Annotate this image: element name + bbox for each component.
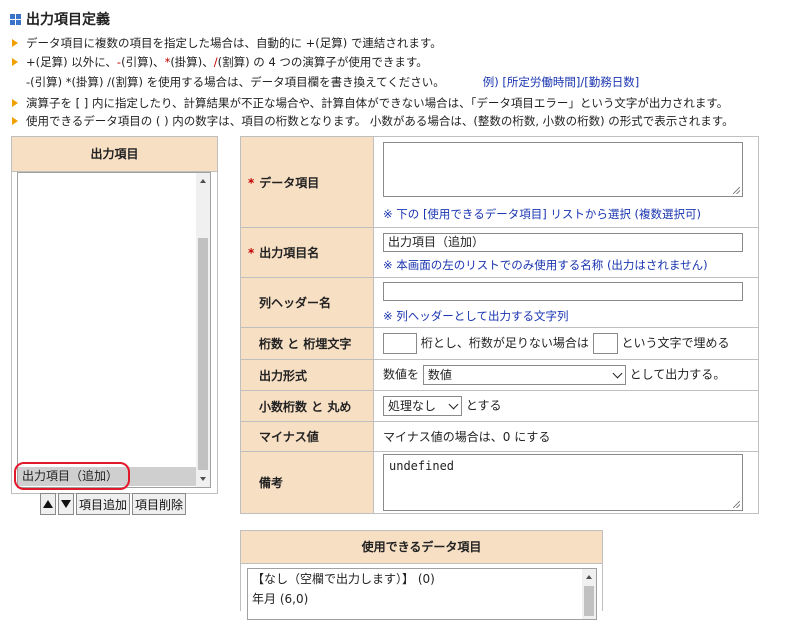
- move-up-button[interactable]: [40, 493, 56, 515]
- remarks-textarea[interactable]: undefined: [383, 454, 743, 511]
- page-title: 出力項目定義: [10, 9, 110, 29]
- resize-grip-icon[interactable]: [733, 187, 740, 194]
- delete-item-button[interactable]: 項目削除: [132, 493, 187, 515]
- row-column-header: 列ヘッダー名 ※ 列ヘッダーとして出力する文字列: [240, 277, 759, 328]
- resize-grip-icon[interactable]: [733, 501, 740, 508]
- add-item-button[interactable]: 項目追加: [76, 493, 131, 515]
- note-2: +(足算) 以外に、-(引算)、*(掛算)、/(割算) の 4 つの演算子が使用…: [12, 54, 428, 70]
- bullet-icon: [12, 38, 18, 47]
- list-buttons: 項目追加 項目削除: [40, 493, 187, 515]
- example-text: 例) [所定労働時間]/[勤務日数]: [482, 75, 640, 89]
- row-decimal: 小数桁数 と 丸め 処理なし とする: [240, 390, 759, 422]
- bullet-icon: [12, 57, 18, 66]
- decimal-label: 小数桁数 と 丸め: [240, 390, 374, 422]
- format-suffix: として出力する。: [629, 367, 726, 382]
- arrow-up-icon: [43, 500, 53, 508]
- move-down-button[interactable]: [58, 493, 74, 515]
- column-header-label: 列ヘッダー名: [240, 277, 374, 328]
- note-1: データ項目に複数の項目を指定した場合は、自動的に +(足算) で連結されます。: [12, 35, 442, 51]
- output-items-list[interactable]: 出力項目（追加）: [17, 172, 211, 488]
- scroll-up-icon[interactable]: [586, 575, 592, 579]
- column-header-hint: ※ 列ヘッダーとして出力する文字列: [383, 308, 569, 323]
- output-items-panel: 出力項目 出力項目（追加）: [11, 136, 218, 494]
- scroll-down-icon[interactable]: [200, 477, 206, 481]
- output-item-form: * データ項目 ※ 下の [使用できるデータ項目] リストから選択 (複数選択可)…: [240, 136, 759, 514]
- required-mark: *: [248, 175, 255, 190]
- row-remarks: 備考 undefined: [240, 451, 759, 514]
- bullet-icon: [12, 116, 18, 125]
- chevron-down-icon: [612, 368, 623, 379]
- digits-label: 桁数 と 桁埋文字: [240, 327, 374, 360]
- column-header-input[interactable]: [383, 281, 743, 301]
- row-negative: マイナス値 マイナス値の場合は、0 にする: [240, 421, 759, 452]
- scroll-thumb[interactable]: [198, 238, 208, 470]
- list-item[interactable]: 【なし（空欄で出力します）】 (0): [248, 569, 596, 589]
- output-name-hint: ※ 本画面の左のリストでのみ使用する名称 (出力はされません): [383, 257, 708, 272]
- data-item-hint: ※ 下の [使用できるデータ項目] リストから選択 (複数選択可): [383, 207, 701, 221]
- format-prefix: 数値を: [383, 367, 420, 382]
- digits-text-1: 桁とし、桁数が足りない場合は: [420, 336, 589, 350]
- available-items-header: 使用できるデータ項目: [241, 531, 602, 564]
- required-mark: *: [248, 246, 255, 260]
- format-select[interactable]: 数値: [422, 365, 626, 385]
- rounding-select[interactable]: 処理なし: [383, 396, 462, 416]
- output-name-label: 出力項目名: [259, 246, 320, 260]
- data-item-label: データ項目: [259, 175, 320, 190]
- output-name-input[interactable]: 出力項目（追加）: [383, 232, 743, 252]
- list-item[interactable]: 年月 (6,0): [248, 589, 596, 609]
- available-items-list[interactable]: 【なし（空欄で出力します）】 (0) 年月 (6,0): [247, 568, 597, 620]
- output-items-header: 出力項目: [12, 137, 217, 172]
- scroll-thumb[interactable]: [584, 586, 594, 616]
- data-item-textarea[interactable]: [383, 142, 743, 197]
- digits-input[interactable]: [383, 333, 417, 354]
- row-digits: 桁数 と 桁埋文字 桁とし、桁数が足りない場合は という文字で埋める: [240, 327, 759, 360]
- available-items-panel: 使用できるデータ項目 【なし（空欄で出力します）】 (0) 年月 (6,0): [240, 530, 603, 620]
- highlight-ring: [14, 462, 130, 490]
- arrow-down-icon: [61, 500, 71, 508]
- bullet-icon: [12, 98, 18, 107]
- row-format: 出力形式 数値を 数値 として出力する。: [240, 359, 759, 391]
- list-scrollbar[interactable]: [582, 569, 596, 619]
- fill-char-input[interactable]: [592, 333, 618, 354]
- row-output-name: * 出力項目名 出力項目（追加） ※ 本画面の左のリストでのみ使用する名称 (出力…: [240, 227, 759, 278]
- row-data-item: * データ項目 ※ 下の [使用できるデータ項目] リストから選択 (複数選択可): [240, 136, 759, 228]
- chevron-down-icon: [448, 399, 459, 410]
- list-scrollbar[interactable]: [196, 173, 210, 487]
- note-5: 使用できるデータ項目の ( ) 内の数字は、項目の桁数となります。 小数がある場…: [12, 113, 734, 129]
- format-label: 出力形式: [240, 359, 374, 391]
- note-4: 演算子を [ ] 内に指定したり、計算結果が不正な場合や、計算自体ができない場合…: [12, 95, 728, 111]
- note-3: -(引算) *(掛算) /(割算) を使用する場合は、データ項目欄を書き換えてく…: [26, 75, 640, 89]
- decimal-suffix: とする: [465, 398, 502, 413]
- negative-label: マイナス値: [240, 421, 374, 452]
- grid-icon: [10, 13, 21, 25]
- scroll-up-icon[interactable]: [200, 179, 206, 183]
- negative-text: マイナス値の場合は、0 にする: [373, 421, 759, 452]
- page-title-text: 出力項目定義: [26, 12, 110, 28]
- remarks-label: 備考: [240, 451, 374, 514]
- digits-text-2: という文字で埋める: [621, 336, 730, 350]
